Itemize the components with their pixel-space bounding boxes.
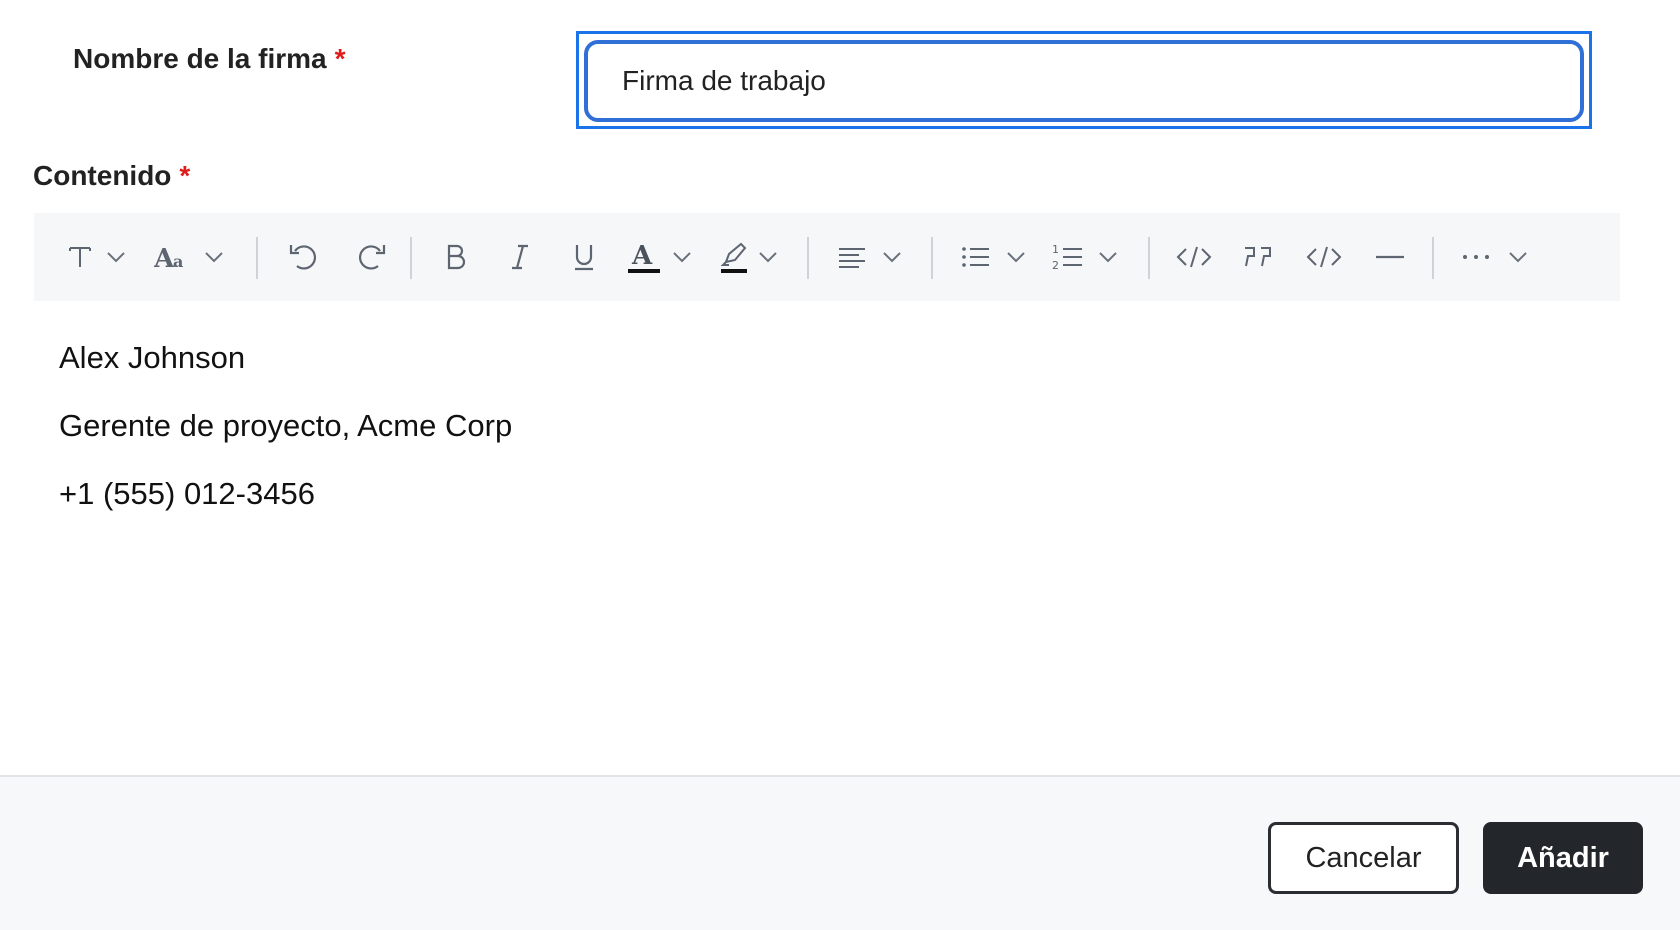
- svg-text:1: 1: [1052, 243, 1059, 256]
- signature-line: +1 (555) 012-3456: [59, 476, 315, 511]
- content-editor[interactable]: Alex Johnson Gerente de proyecto, Acme C…: [34, 318, 1620, 758]
- toolbar-separator: [256, 237, 258, 279]
- numbered-list-icon[interactable]: 12: [1048, 213, 1088, 301]
- svg-text:A: A: [631, 241, 653, 271]
- italic-icon[interactable]: [500, 213, 540, 301]
- chevron-down-icon[interactable]: [882, 213, 902, 301]
- chevron-down-icon[interactable]: [204, 213, 224, 301]
- undo-icon[interactable]: [279, 213, 329, 301]
- chevron-down-icon[interactable]: [672, 213, 692, 301]
- code-block-icon[interactable]: [1302, 213, 1346, 301]
- chevron-down-icon[interactable]: [106, 213, 126, 301]
- align-icon[interactable]: [832, 213, 872, 301]
- chevron-down-icon[interactable]: [1098, 213, 1118, 301]
- chevron-down-icon[interactable]: [1006, 213, 1026, 301]
- add-button[interactable]: Añadir: [1483, 822, 1643, 894]
- required-asterisk: *: [334, 43, 346, 74]
- content-label-text: Contenido: [33, 160, 172, 191]
- code-icon[interactable]: [1172, 213, 1216, 301]
- svg-text:2: 2: [1052, 259, 1059, 272]
- toolbar-separator: [1148, 237, 1150, 279]
- signature-name-label-text: Nombre de la firma: [73, 43, 327, 74]
- font-color-icon[interactable]: A: [624, 213, 664, 301]
- editor-toolbar: Aa A 1 2: [34, 213, 1620, 301]
- bold-icon[interactable]: [436, 213, 476, 301]
- toolbar-separator: [410, 237, 412, 279]
- font-size-icon[interactable]: Aa: [152, 213, 192, 301]
- highlight-icon[interactable]: [714, 213, 754, 301]
- svg-text:a: a: [173, 252, 183, 271]
- redo-icon[interactable]: [346, 213, 396, 301]
- signature-name-label: Nombre de la firma *: [73, 43, 346, 75]
- signature-name-input[interactable]: [584, 40, 1584, 122]
- chevron-down-icon[interactable]: [758, 213, 778, 301]
- horizontal-rule-icon[interactable]: [1370, 213, 1410, 301]
- content-label: Contenido *: [33, 160, 190, 192]
- quote-icon[interactable]: [1238, 213, 1278, 301]
- more-icon[interactable]: [1456, 213, 1496, 301]
- chevron-down-icon[interactable]: [1508, 213, 1528, 301]
- signature-line: Alex Johnson: [59, 340, 246, 375]
- svg-text:A: A: [154, 244, 175, 271]
- text-style-icon[interactable]: [62, 213, 98, 301]
- signature-line: Gerente de proyecto, Acme Corp: [59, 408, 513, 443]
- bullet-list-icon[interactable]: [956, 213, 996, 301]
- underline-icon[interactable]: [564, 213, 604, 301]
- toolbar-separator: [807, 237, 809, 279]
- toolbar-separator: [931, 237, 933, 279]
- toolbar-separator: [1432, 237, 1434, 279]
- dialog-footer: Cancelar Añadir: [0, 775, 1680, 930]
- required-asterisk: *: [179, 160, 191, 191]
- cancel-button[interactable]: Cancelar: [1268, 822, 1459, 894]
